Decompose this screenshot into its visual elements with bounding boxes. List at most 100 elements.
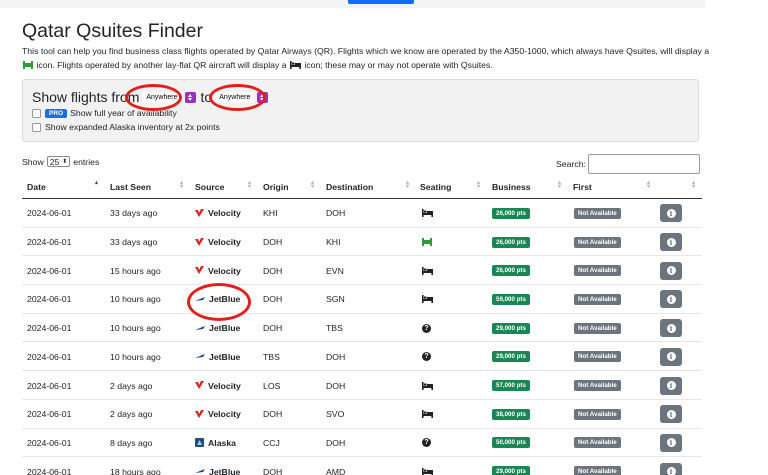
full-year-checkbox[interactable] [32, 108, 41, 118]
column-seating[interactable]: Seating [420, 182, 451, 192]
seating-cell [422, 199, 433, 228]
info-button[interactable]: i [660, 376, 682, 395]
table-row: 2024-06-01 10 hours ago JetBlue DOH SGN 59,00… [22, 285, 702, 314]
seating-cell [422, 457, 433, 475]
column-origin[interactable]: Origin [263, 182, 289, 192]
table-row: 2024-06-01 10 hours ago JetBlue DOH TBS? 29,0… [22, 314, 702, 343]
info-button[interactable]: i [660, 261, 682, 280]
date-cell: 2024-06-01 [27, 265, 72, 276]
sort-icon[interactable]: ▴ ▾ [647, 180, 650, 190]
active-nav-tab[interactable] [348, 0, 414, 4]
first-cell: Not Available [574, 256, 621, 285]
entries-length-control: Show 25 ⬍ entries [22, 156, 99, 167]
column-last-seen[interactable]: Last Seen [110, 182, 151, 192]
source-cell: Velocity [195, 228, 241, 257]
info-button[interactable]: i [660, 204, 682, 223]
destination-cell: SGN [326, 294, 345, 305]
info-button[interactable]: i [660, 347, 682, 366]
column-business[interactable]: Business [492, 182, 531, 192]
entries-select[interactable]: 25 ⬍ [46, 156, 71, 167]
actions-cell: i [660, 371, 682, 400]
sort-icon[interactable]: ▴ ▾ [558, 180, 561, 190]
destination-cell: DOH [326, 351, 346, 362]
first-cell: Not Available [574, 343, 621, 372]
actions-cell: i [660, 285, 682, 314]
unknown-icon: ? [422, 438, 431, 448]
first-availability-badge: Not Available [574, 408, 621, 420]
business-cell: 38,000 pts [492, 400, 530, 429]
date-cell: 2024-06-01 [27, 323, 72, 334]
destination-cell: DOH [326, 437, 346, 448]
source-cell: JetBlue [195, 343, 240, 372]
actions-cell: i [660, 429, 682, 458]
qsuite-icon [422, 238, 432, 247]
intro-part-3: icon; these may or may not operate with … [304, 59, 493, 70]
table-row: 2024-06-01 10 hours ago JetBlue TBS DOH? 29,0… [22, 343, 702, 372]
column-date[interactable]: Date [27, 182, 46, 192]
first-cell: Not Available [574, 429, 621, 458]
column-source[interactable]: Source [195, 182, 224, 192]
first-cell: Not Available [574, 457, 621, 475]
business-cell: 29,000 pts [492, 457, 530, 475]
sort-icon[interactable]: ▴ ▾ [477, 180, 480, 190]
alaska-logo-icon [195, 438, 204, 448]
table-row: 2024-06-01 15 hours ago Velocity DOH EVN 26,0… [22, 256, 702, 286]
info-button[interactable]: i [660, 405, 682, 424]
last-seen-cell: 18 hours ago [110, 466, 161, 475]
column-first[interactable]: First [573, 182, 592, 192]
sort-icon[interactable]: ▴ ▾ [692, 180, 695, 190]
info-button[interactable]: i [660, 290, 682, 309]
first-cell: Not Available [574, 371, 621, 400]
seating-cell [422, 371, 433, 400]
last-seen-cell: 8 days ago [110, 437, 153, 448]
first-availability-badge: Not Available [574, 265, 621, 277]
velocity-logo-icon [195, 208, 204, 218]
business-price-badge: 50,000 pts [492, 437, 530, 449]
actions-cell: i [660, 343, 682, 372]
info-icon: i [666, 323, 676, 333]
jetblue-logo-icon [195, 325, 205, 331]
date-cell: 2024-06-01 [27, 466, 72, 475]
sort-icon[interactable]: ▴ ▾ [248, 180, 251, 190]
source-cell: Velocity [195, 256, 241, 285]
sort-icon[interactable]: ▴ ▾ [406, 180, 409, 190]
info-button[interactable]: i [660, 233, 682, 252]
seating-cell [422, 400, 433, 429]
source-cell: Velocity [195, 400, 241, 429]
last-seen-cell: 10 hours ago [110, 323, 161, 334]
info-button[interactable]: i [660, 319, 682, 338]
destination-cell: DOH [326, 208, 346, 219]
entries-label: entries [73, 156, 100, 167]
info-icon: i [666, 352, 676, 362]
bed-icon [422, 467, 433, 475]
table-row: 2024-06-01 33 days ago Velocity DOH KHI 26,00… [22, 228, 702, 257]
sort-icon[interactable]: ▴ ▾ [311, 180, 314, 190]
info-button[interactable]: i [660, 433, 682, 452]
business-price-badge: 26,000 pts [492, 236, 530, 248]
origin-cell: KHI [263, 208, 278, 219]
business-cell: 57,000 pts [492, 371, 530, 400]
info-icon: i [666, 409, 676, 419]
date-cell: 2024-06-01 [27, 380, 72, 391]
intro-text: This tool can help you find business cla… [22, 45, 712, 73]
column-destination[interactable]: Destination [326, 182, 373, 192]
first-availability-badge: Not Available [574, 207, 621, 219]
source-name: Velocity [208, 237, 241, 248]
business-price-badge: 59,000 pts [492, 293, 530, 305]
sort-icon[interactable]: ▴ ▾ [180, 180, 183, 190]
first-cell: Not Available [574, 199, 621, 228]
info-icon: i [666, 467, 676, 475]
date-cell: 2024-06-01 [27, 237, 72, 248]
alaska-checkbox[interactable] [32, 122, 41, 132]
intro-part-2: icon. Flights operated by another lay-fl… [36, 59, 287, 70]
source-cell: Velocity [195, 199, 241, 228]
destination-cell: KHI [326, 237, 341, 248]
seating-cell [422, 285, 433, 314]
bed-icon [422, 295, 433, 304]
bed-icon [422, 209, 433, 218]
alaska-toggle[interactable]: Show expanded Alaska inventory at 2x poi… [32, 122, 220, 132]
info-button[interactable]: i [660, 462, 682, 475]
sort-asc-icon[interactable]: ▴ [95, 180, 98, 186]
search-input[interactable] [587, 154, 700, 174]
velocity-logo-icon [195, 237, 204, 247]
